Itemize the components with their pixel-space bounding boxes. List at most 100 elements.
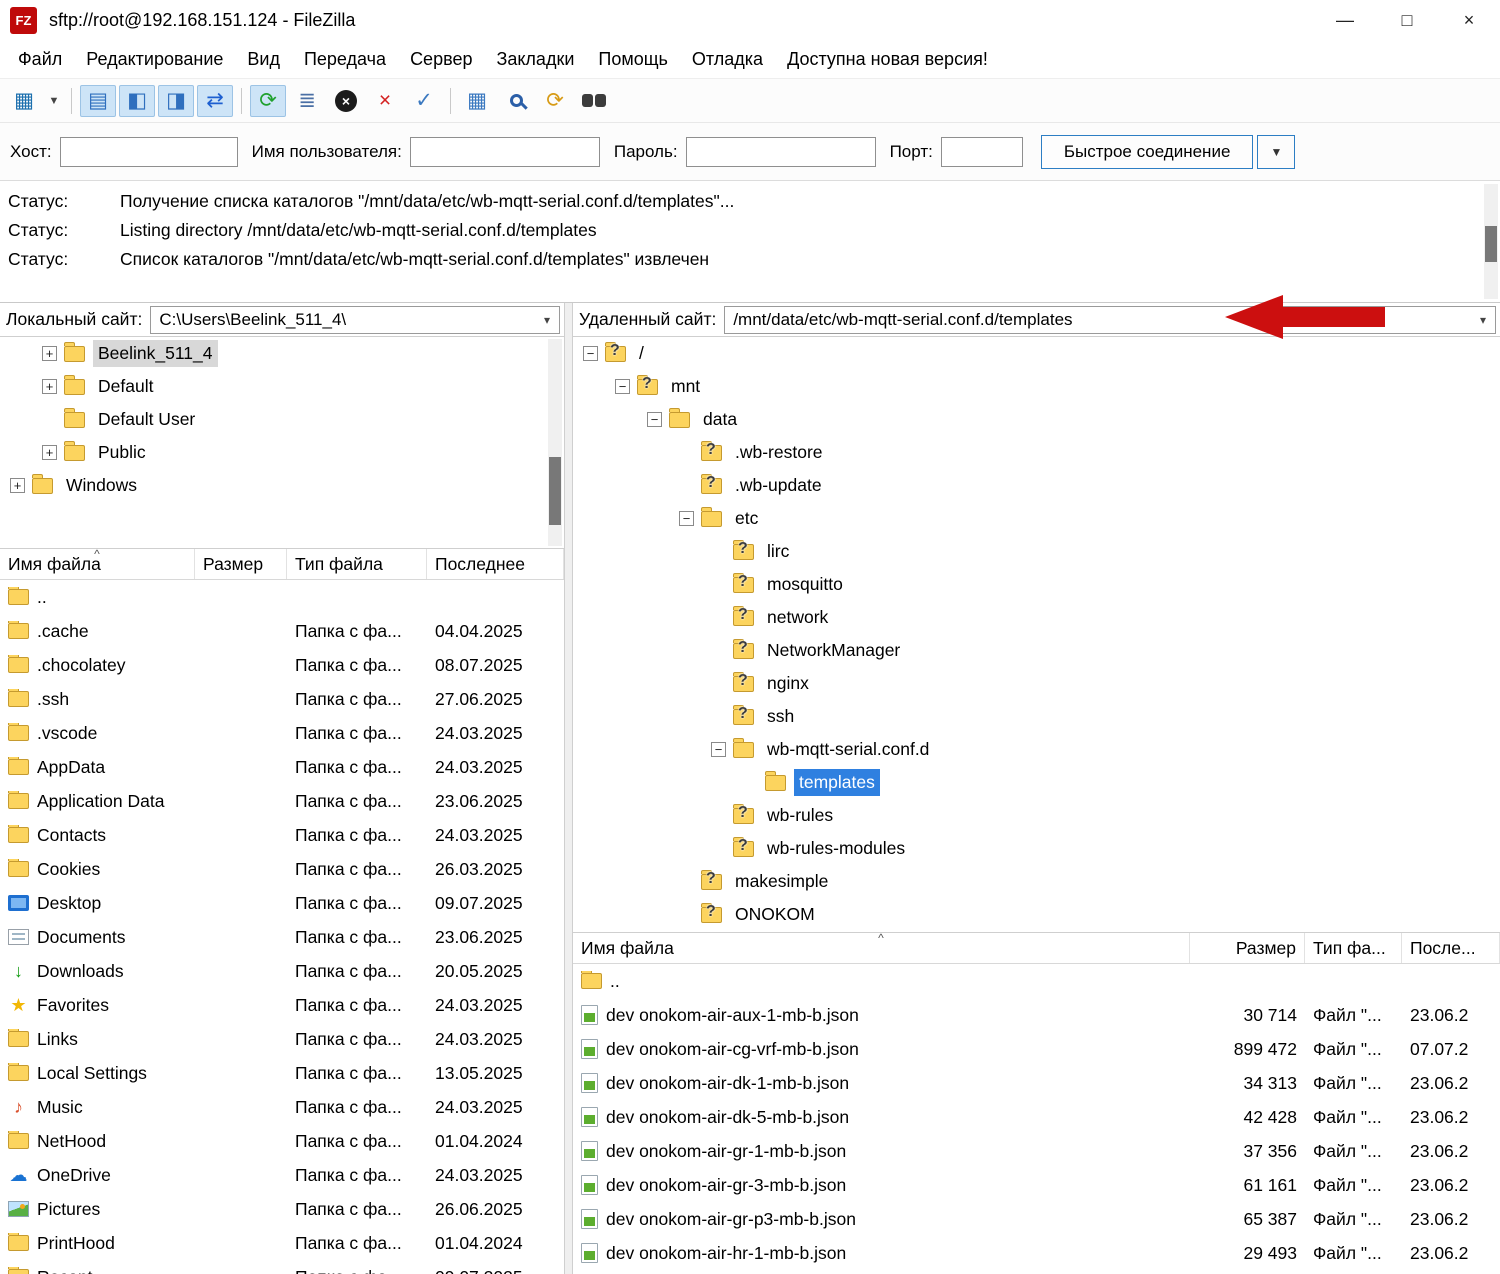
column-header-3[interactable]: Последнее [427, 549, 564, 579]
remote-tree-item-item[interactable]: −? / [573, 337, 1500, 370]
local-file-row-pictures[interactable]: Pictures Папка с фа... 26.06.2025 [0, 1192, 564, 1226]
site-manager-button-dropdown[interactable]: ▼ [45, 85, 63, 117]
scrollbar-thumb[interactable] [549, 457, 561, 525]
filter-button[interactable] [498, 85, 534, 117]
scrollbar-thumb[interactable] [1485, 226, 1497, 262]
local-file-row-music[interactable]: ♪Music Папка с фа... 24.03.2025 [0, 1090, 564, 1124]
local-file-row-cache[interactable]: .cache Папка с фа... 04.04.2025 [0, 614, 564, 648]
tree-expander-icon[interactable]: − [679, 511, 694, 526]
local-file-row-chocolatey[interactable]: .chocolatey Папка с фа... 08.07.2025 [0, 648, 564, 682]
site-manager-button[interactable]: ▦ [6, 85, 42, 117]
remote-tree-item-etc[interactable]: − etc [573, 502, 1500, 535]
remote-file-row-dev-onokom-air-gr-1-mb-b-json[interactable]: dev onokom-air-gr-1-mb-b.json 37 356 Фай… [573, 1134, 1500, 1168]
tree-expander-icon[interactable]: − [711, 742, 726, 757]
local-tree-item-default-user[interactable]: Default User [0, 403, 564, 436]
column-header-1[interactable]: Размер [1190, 933, 1305, 963]
remote-tree-item-networkmanager[interactable]: ? NetworkManager [573, 634, 1500, 667]
remote-tree-item-data[interactable]: − data [573, 403, 1500, 436]
menu-item-item[interactable]: Отладка [680, 49, 775, 70]
remote-tree-item-wb-restore[interactable]: ? .wb-restore [573, 436, 1500, 469]
tree-expander-icon[interactable]: + [10, 478, 25, 493]
local-file-row-cookies[interactable]: Cookies Папка с фа... 26.03.2025 [0, 852, 564, 886]
disconnect-button[interactable]: × [367, 85, 403, 117]
tree-expander-icon[interactable]: + [42, 379, 57, 394]
remote-tree-item-mnt[interactable]: −? mnt [573, 370, 1500, 403]
remote-file-row-dev-onokom-air-gr-3-mb-b-json[interactable]: dev onokom-air-gr-3-mb-b.json 61 161 Фай… [573, 1168, 1500, 1202]
sync-browsing-button[interactable]: ⟳ [537, 85, 573, 117]
remote-tree-item-nginx[interactable]: ? nginx [573, 667, 1500, 700]
local-file-row-local-settings[interactable]: Local Settings Папка с фа... 13.05.2025 [0, 1056, 564, 1090]
tree-expander-icon[interactable]: − [615, 379, 630, 394]
remote-tree-item-wb-mqtt-serial-conf-d[interactable]: − wb-mqtt-serial.conf.d [573, 733, 1500, 766]
refresh-button[interactable]: ⟳ [250, 85, 286, 117]
remote-file-row-dev-onokom-air-aux-1-mb-b-json[interactable]: dev onokom-air-aux-1-mb-b.json 30 714 Фа… [573, 998, 1500, 1032]
directory-compare-button[interactable]: ▦ [459, 85, 495, 117]
remote-tree-item-lirc[interactable]: ? lirc [573, 535, 1500, 568]
menu-item-item[interactable]: Доступна новая версия! [775, 49, 1000, 70]
column-header-0[interactable]: Имя файла^ [0, 549, 195, 579]
cancel-button[interactable]: × [328, 85, 364, 117]
remote-tree-item-mosquitto[interactable]: ? mosquitto [573, 568, 1500, 601]
process-queue-button[interactable]: ≣ [289, 85, 325, 117]
tree-expander-icon[interactable]: − [647, 412, 662, 427]
menu-item-item[interactable]: Помощь [586, 49, 680, 70]
local-tree-item-windows[interactable]: + Windows [0, 469, 564, 502]
quickconnect-dropdown[interactable]: ▼ [1257, 135, 1295, 169]
password-input[interactable] [686, 137, 876, 167]
panel-splitter[interactable] [565, 303, 572, 1274]
local-tree-item-beelink-511-4[interactable]: + Beelink_511_4 [0, 337, 564, 370]
chevron-down-icon[interactable]: ▾ [535, 313, 559, 327]
toggle-remote-tree-button[interactable]: ◨ [158, 85, 194, 117]
column-header-3[interactable]: После... [1402, 933, 1500, 963]
menu-item-item[interactable]: Передача [292, 49, 398, 70]
close-button[interactable]: × [1438, 0, 1500, 40]
remote-tree-item-wb-rules-modules[interactable]: ? wb-rules-modules [573, 832, 1500, 865]
remote-file-row-dev-onokom-air-dk-5-mb-b-json[interactable]: dev onokom-air-dk-5-mb-b.json 42 428 Фай… [573, 1100, 1500, 1134]
local-file-row-downloads[interactable]: ↓Downloads Папка с фа... 20.05.2025 [0, 954, 564, 988]
status-log-scrollbar[interactable] [1484, 184, 1498, 299]
reconnect-button[interactable]: ✓ [406, 85, 442, 117]
local-file-row-documents[interactable]: Documents Папка с фа... 23.06.2025 [0, 920, 564, 954]
remote-tree-item-templates[interactable]: templates [573, 766, 1500, 799]
menu-item-item[interactable]: Редактирование [74, 49, 235, 70]
find-files-button[interactable] [576, 85, 612, 117]
local-file-row-application-data[interactable]: Application Data Папка с фа... 23.06.202… [0, 784, 564, 818]
remote-tree-item-wb-update[interactable]: ? .wb-update [573, 469, 1500, 502]
local-file-row-desktop[interactable]: Desktop Папка с фа... 09.07.2025 [0, 886, 564, 920]
local-file-row-nethood[interactable]: NetHood Папка с фа... 01.04.2024 [0, 1124, 564, 1158]
remote-tree-item-makesimple[interactable]: ? makesimple [573, 865, 1500, 898]
local-file-row-favorites[interactable]: ★Favorites Папка с фа... 24.03.2025 [0, 988, 564, 1022]
local-file-row-appdata[interactable]: AppData Папка с фа... 24.03.2025 [0, 750, 564, 784]
toggle-log-button[interactable]: ▤ [80, 85, 116, 117]
remote-file-row-dev-onokom-air-gr-p3-mb-b-json[interactable]: dev onokom-air-gr-p3-mb-b.json 65 387 Фа… [573, 1202, 1500, 1236]
remote-file-row-item[interactable]: .. [573, 964, 1500, 998]
remote-tree-item-ssh[interactable]: ? ssh [573, 700, 1500, 733]
minimize-button[interactable]: — [1314, 0, 1376, 40]
column-header-0[interactable]: Имя файла^ [573, 933, 1190, 963]
local-tree-scrollbar[interactable] [548, 339, 562, 546]
local-file-row-recent[interactable]: Recent Папка с фа... 09.07.2025 [0, 1260, 564, 1274]
port-input[interactable] [941, 137, 1023, 167]
local-file-row-contacts[interactable]: Contacts Папка с фа... 24.03.2025 [0, 818, 564, 852]
username-input[interactable] [410, 137, 600, 167]
column-header-2[interactable]: Тип файла [287, 549, 427, 579]
local-file-row-links[interactable]: Links Папка с фа... 24.03.2025 [0, 1022, 564, 1056]
remote-tree-item-onokom[interactable]: ? ONOKOM [573, 898, 1500, 931]
remote-tree-item-network[interactable]: ? network [573, 601, 1500, 634]
local-file-row-vscode[interactable]: .vscode Папка с фа... 24.03.2025 [0, 716, 564, 750]
local-tree-item-default[interactable]: + Default [0, 370, 564, 403]
remote-tree-item-wb-rules[interactable]: ? wb-rules [573, 799, 1500, 832]
maximize-button[interactable]: □ [1376, 0, 1438, 40]
remote-path-combo[interactable]: /mnt/data/etc/wb-mqtt-serial.conf.d/temp… [724, 306, 1496, 334]
host-input[interactable] [60, 137, 238, 167]
tree-expander-icon[interactable]: + [42, 346, 57, 361]
column-header-2[interactable]: Тип фа... [1305, 933, 1402, 963]
local-file-row-ssh[interactable]: .ssh Папка с фа... 27.06.2025 [0, 682, 564, 716]
remote-file-row-dev-onokom-air-hr-1-mb-b-json[interactable]: dev onokom-air-hr-1-mb-b.json 29 493 Фай… [573, 1236, 1500, 1270]
column-header-1[interactable]: Размер [195, 549, 287, 579]
remote-file-row-dev-onokom-air-dk-1-mb-b-json[interactable]: dev onokom-air-dk-1-mb-b.json 34 313 Фай… [573, 1066, 1500, 1100]
remote-file-row-dev-onokom-air-cg-vrf-mb-b-json[interactable]: dev onokom-air-cg-vrf-mb-b.json 899 472 … [573, 1032, 1500, 1066]
local-tree-item-public[interactable]: + Public [0, 436, 564, 469]
menu-item-item[interactable]: Вид [235, 49, 292, 70]
toggle-queue-button[interactable]: ⇄ [197, 85, 233, 117]
